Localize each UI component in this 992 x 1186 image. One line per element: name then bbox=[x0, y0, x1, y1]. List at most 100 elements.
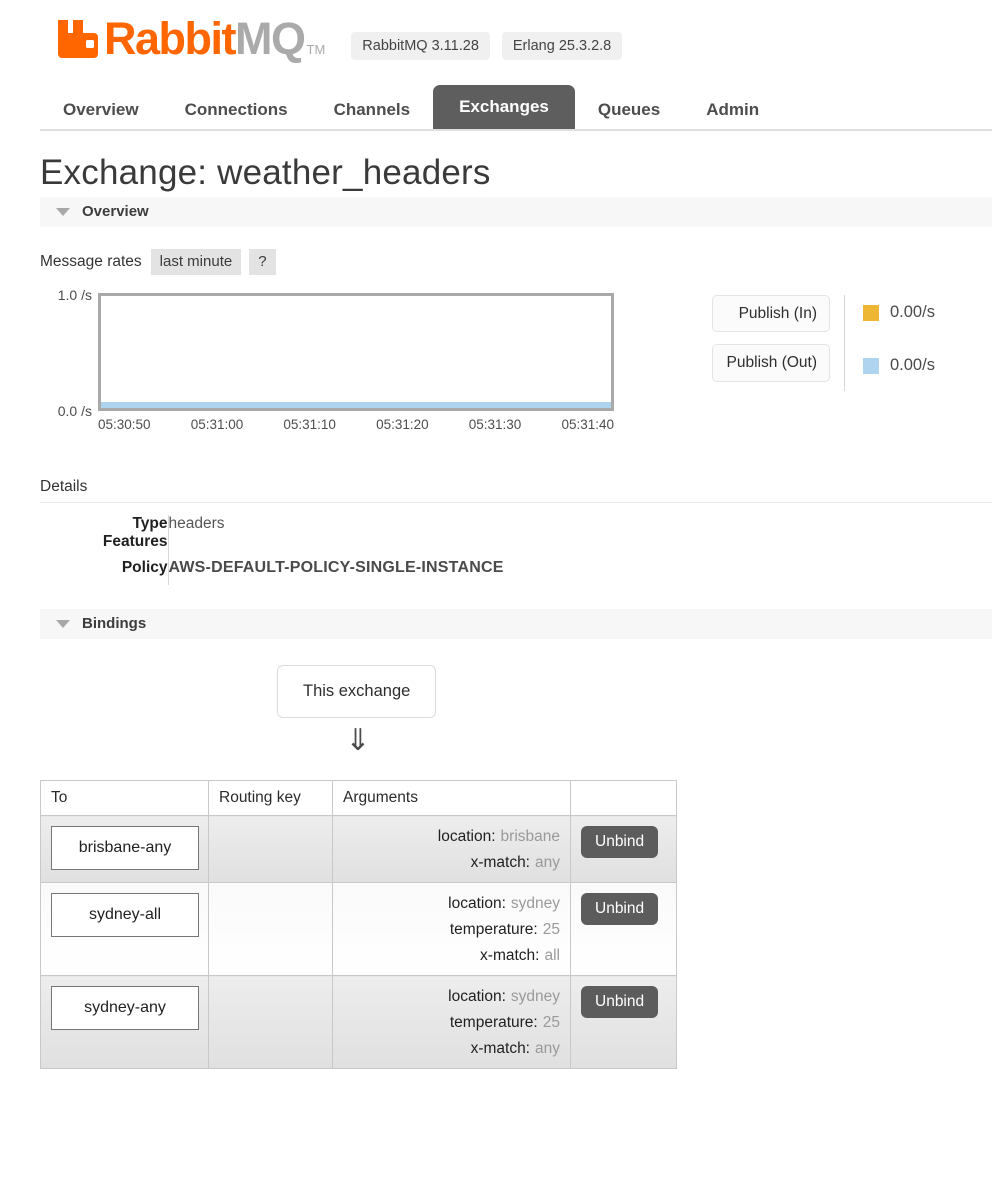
logo-text-mq: MQ bbox=[235, 13, 306, 64]
bindings-table: To Routing key Arguments brisbane-any lo… bbox=[40, 780, 677, 1069]
this-exchange-box[interactable]: This exchange bbox=[277, 665, 437, 718]
table-row: sydney-all location: sydney temperature: 2… bbox=[40, 882, 677, 976]
table-row: brisbane-any location: brisbane x-match: a… bbox=[40, 815, 677, 883]
bindings-section-header[interactable]: Bindings bbox=[40, 609, 992, 639]
argument-value: brisbane bbox=[500, 828, 560, 845]
binding-action-cell: Unbind bbox=[570, 882, 677, 976]
legend-divider bbox=[844, 295, 845, 391]
column-header-actions bbox=[570, 780, 677, 816]
details-row-features: Features bbox=[40, 533, 504, 551]
binding-action-cell: Unbind bbox=[570, 815, 677, 883]
argument-value: any bbox=[535, 1040, 560, 1057]
column-header-routing-key: Routing key bbox=[208, 780, 333, 816]
down-arrow-icon: ⇓ bbox=[345, 724, 371, 757]
legend-value-publish-out: 0.00/s bbox=[863, 356, 935, 375]
swatch-publish-out-icon bbox=[863, 357, 879, 374]
binding-routing-key-cell bbox=[208, 975, 333, 1069]
argument-key: location: bbox=[437, 828, 496, 845]
argument-key: location: bbox=[448, 895, 506, 912]
nav-tab-channels[interactable]: Channels bbox=[311, 91, 434, 129]
argument-line: location: brisbane bbox=[438, 828, 560, 846]
x-tick-2: 05:31:10 bbox=[283, 417, 336, 432]
legend-item-publish-out[interactable]: Publish (Out) bbox=[712, 344, 830, 382]
chevron-down-icon bbox=[56, 619, 70, 628]
y-tick-bottom: 0.0 /s bbox=[57, 403, 92, 419]
unbind-button[interactable]: Unbind bbox=[581, 986, 659, 1018]
legend-item-publish-in[interactable]: Publish (In) bbox=[712, 295, 830, 333]
chart-plot-block: 1.0 /s 0.0 /s 05:30:50 05:31:00 05:31:10… bbox=[40, 287, 652, 432]
main-navigation: Overview Connections Channels Exchanges … bbox=[40, 85, 992, 131]
legend-value-publish-in: 0.00/s bbox=[863, 303, 935, 322]
chevron-down-icon bbox=[56, 207, 70, 216]
binding-source-wrap: This exchange bbox=[0, 665, 992, 718]
details-label-features: Features bbox=[40, 533, 169, 551]
queue-link[interactable]: sydney-any bbox=[51, 986, 199, 1030]
argument-value: all bbox=[544, 947, 560, 964]
argument-line: x-match: any bbox=[471, 1040, 560, 1058]
x-tick-1: 05:31:00 bbox=[190, 417, 244, 432]
nav-tab-exchanges[interactable]: Exchanges bbox=[433, 85, 575, 129]
overview-section-title: Overview bbox=[82, 203, 149, 220]
binding-to-cell: brisbane-any bbox=[40, 815, 209, 883]
logo-trademark: TM bbox=[306, 42, 326, 57]
app-header: RabbitMQ TM RabbitMQ 3.11.28 Erlang 25.3… bbox=[0, 0, 992, 61]
details-label-policy: Policy bbox=[40, 551, 169, 585]
chart-legend: Publish (In) Publish (Out) 0.00/s 0.00/s bbox=[712, 293, 935, 391]
logo-text-rabbit: Rabbit bbox=[104, 13, 237, 64]
legend-rate-publish-in: 0.00/s bbox=[890, 303, 935, 321]
nav-tab-admin[interactable]: Admin bbox=[683, 91, 782, 129]
chart-y-axis: 1.0 /s 0.0 /s bbox=[40, 287, 92, 419]
rabbitmq-logo[interactable]: RabbitMQ TM bbox=[56, 16, 325, 61]
binding-arguments-cell: location: brisbane x-match: any bbox=[332, 815, 571, 883]
details-row-policy: Policy AWS-DEFAULT-POLICY-SINGLE-INSTANC… bbox=[40, 551, 504, 585]
x-tick-5: 05:31:40 bbox=[561, 417, 614, 432]
overview-section-header[interactable]: Overview bbox=[40, 197, 992, 227]
bindings-table-header-row: To Routing key Arguments bbox=[40, 780, 677, 816]
details-table: Type headers Features Policy AWS-DEFAULT… bbox=[40, 515, 504, 585]
nav-tab-queues[interactable]: Queues bbox=[575, 91, 683, 129]
table-row: sydney-any location: sydney temperature: 2… bbox=[40, 975, 677, 1069]
binding-to-cell: sydney-any bbox=[40, 975, 209, 1069]
y-tick-top: 1.0 /s bbox=[57, 287, 92, 303]
chart-plot-area bbox=[98, 293, 614, 411]
bindings-section-title: Bindings bbox=[82, 615, 147, 632]
x-tick-3: 05:31:20 bbox=[376, 417, 429, 432]
details-value-policy[interactable]: AWS-DEFAULT-POLICY-SINGLE-INSTANCE bbox=[168, 551, 504, 585]
rate-period-chip[interactable]: last minute bbox=[150, 249, 242, 275]
x-tick-0: 05:30:50 bbox=[98, 417, 151, 432]
binding-to-cell: sydney-all bbox=[40, 882, 209, 976]
nav-tab-overview[interactable]: Overview bbox=[40, 91, 162, 129]
unbind-button[interactable]: Unbind bbox=[581, 893, 659, 925]
chart-x-axis: 05:30:50 05:31:00 05:31:10 05:31:20 05:3… bbox=[98, 417, 614, 432]
argument-key: x-match: bbox=[470, 1040, 530, 1057]
column-header-arguments: Arguments bbox=[332, 780, 571, 816]
help-icon[interactable]: ? bbox=[249, 249, 276, 275]
argument-value: any bbox=[535, 854, 560, 871]
unbind-button[interactable]: Unbind bbox=[581, 826, 659, 858]
argument-line: temperature: 25 bbox=[450, 1014, 560, 1032]
nav-tab-connections[interactable]: Connections bbox=[162, 91, 311, 129]
argument-line: location: sydney bbox=[448, 895, 560, 913]
swatch-publish-in-icon bbox=[863, 304, 879, 321]
queue-link[interactable]: brisbane-any bbox=[51, 826, 199, 870]
details-label-type: Type bbox=[40, 515, 169, 533]
argument-key: temperature: bbox=[449, 1014, 538, 1031]
series-publish-out-line bbox=[101, 402, 611, 408]
details-row-type: Type headers bbox=[40, 515, 504, 533]
binding-arguments-cell: location: sydney temperature: 25 x-match: a… bbox=[332, 975, 571, 1069]
message-rates-chart: 1.0 /s 0.0 /s 05:30:50 05:31:00 05:31:10… bbox=[40, 287, 992, 432]
details-value-type: headers bbox=[168, 515, 225, 532]
queue-link[interactable]: sydney-all bbox=[51, 893, 199, 937]
message-rates-label: Message rates bbox=[40, 253, 142, 270]
details-value-features bbox=[168, 533, 504, 551]
binding-routing-key-cell bbox=[208, 815, 333, 883]
binding-action-cell: Unbind bbox=[570, 975, 677, 1069]
argument-key: x-match: bbox=[470, 854, 530, 871]
rabbit-logo-icon bbox=[56, 18, 100, 60]
binding-arrow-wrap: ⇓ bbox=[0, 726, 992, 756]
argument-value: 25 bbox=[542, 1014, 560, 1031]
argument-line: x-match: any bbox=[471, 854, 560, 872]
argument-key: temperature: bbox=[449, 921, 538, 938]
x-tick-4: 05:31:30 bbox=[468, 417, 522, 432]
column-header-to: To bbox=[40, 780, 209, 816]
